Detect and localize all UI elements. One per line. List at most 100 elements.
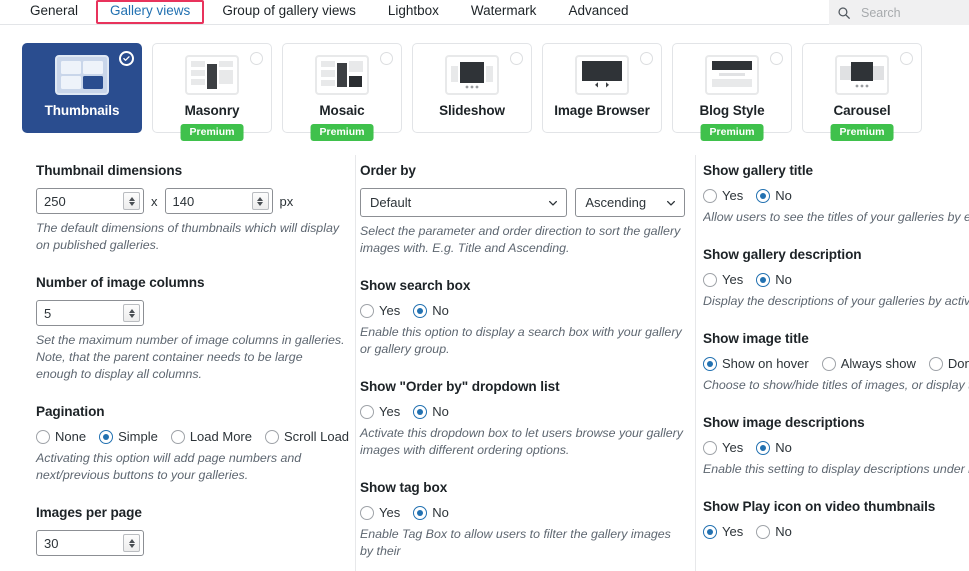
field-label: Order by xyxy=(360,163,416,178)
option-label: Yes xyxy=(722,440,744,455)
show-order-dropdown-yes[interactable]: Yes xyxy=(360,404,400,419)
radio-icon-selected[interactable] xyxy=(756,188,771,203)
chevron-down-icon xyxy=(667,200,675,206)
radio-icon-selected[interactable] xyxy=(413,303,428,318)
search-input[interactable] xyxy=(859,4,961,21)
show-gallery-title-yes[interactable]: Yes xyxy=(703,188,743,203)
option-label: No xyxy=(775,188,792,203)
images-per-page-stepper[interactable] xyxy=(36,530,144,556)
radio-icon[interactable] xyxy=(36,429,50,444)
pagination-option-none[interactable]: None xyxy=(36,429,86,444)
dimension-separator: x xyxy=(151,193,158,209)
view-card-image-browser[interactable]: Image Browser xyxy=(542,43,662,133)
radio-icon[interactable] xyxy=(703,188,717,203)
unselected-radio-icon[interactable] xyxy=(770,52,783,65)
show-image-descriptions-yes[interactable]: Yes xyxy=(703,440,743,455)
search-box[interactable] xyxy=(829,0,969,25)
show-image-title-always-show[interactable]: Always show xyxy=(821,356,916,371)
order-by-parameter-select[interactable]: Default xyxy=(360,188,568,217)
radio-icon[interactable] xyxy=(703,272,717,287)
view-card-mosaic[interactable]: Mosaic Premium xyxy=(282,43,402,141)
radio-icon-selected[interactable] xyxy=(413,404,428,419)
radio-icon[interactable] xyxy=(821,356,836,371)
field-help-text: Enable this setting to display descripti… xyxy=(703,462,969,476)
show-search-box-yes[interactable]: Yes xyxy=(360,303,400,318)
field-help-text: Display the descriptions of your galleri… xyxy=(703,294,969,308)
radio-icon-selected[interactable] xyxy=(703,524,717,539)
show-image-descriptions-no[interactable]: No xyxy=(756,440,792,455)
field-label: Number of image columns xyxy=(36,275,205,290)
stepper-arrows-icon[interactable] xyxy=(123,304,140,322)
radio-icon[interactable] xyxy=(264,429,279,444)
tab-watermark[interactable]: Watermark xyxy=(455,1,553,24)
field-order-by: Order by Default Ascending Select the pa… xyxy=(360,163,685,257)
unselected-radio-icon[interactable] xyxy=(510,52,523,65)
unselected-radio-icon[interactable] xyxy=(250,52,263,65)
pagination-option-load-more[interactable]: Load More xyxy=(170,429,252,444)
thumbnails-grid-icon xyxy=(55,55,109,95)
radio-icon-selected[interactable] xyxy=(99,429,114,444)
view-card-label: Image Browser xyxy=(554,103,650,118)
radio-icon[interactable] xyxy=(360,505,374,520)
radio-icon[interactable] xyxy=(170,429,185,444)
show-search-box-no[interactable]: No xyxy=(413,303,449,318)
settings-column-left: Thumbnail dimensions x px The default di… xyxy=(0,163,355,571)
field-show-play-icon: Show Play icon on video thumbnails Yes N… xyxy=(703,499,969,539)
chevron-down-icon xyxy=(549,200,558,206)
show-tag-box-no[interactable]: No xyxy=(413,505,449,520)
image-columns-stepper[interactable] xyxy=(36,300,144,326)
option-label: Yes xyxy=(379,303,401,318)
show-play-icon-no[interactable]: No xyxy=(756,524,792,539)
view-card-label: Mosaic xyxy=(319,103,365,118)
radio-icon[interactable] xyxy=(756,524,771,539)
show-gallery-description-no[interactable]: No xyxy=(756,272,792,287)
show-image-title-dont-show[interactable]: Don't s xyxy=(928,356,969,371)
view-card-blog-style[interactable]: Blog Style Premium xyxy=(672,43,792,141)
radio-icon[interactable] xyxy=(703,440,717,455)
radio-icon-selected[interactable] xyxy=(413,505,428,520)
show-tag-box-yes[interactable]: Yes xyxy=(360,505,400,520)
tab-advanced[interactable]: Advanced xyxy=(552,1,644,24)
thumbnail-width-stepper[interactable] xyxy=(36,188,144,214)
show-gallery-title-no[interactable]: No xyxy=(756,188,792,203)
stepper-arrows-icon[interactable] xyxy=(123,534,140,552)
field-show-tag-box: Show tag box Yes No Enable Tag Box to al… xyxy=(360,480,685,560)
show-gallery-description-yes[interactable]: Yes xyxy=(703,272,743,287)
radio-icon[interactable] xyxy=(928,356,943,371)
field-show-image-title: Show image title Show on hover Always sh… xyxy=(703,331,969,394)
view-card-slideshow[interactable]: Slideshow xyxy=(412,43,532,133)
field-thumbnail-dimensions: Thumbnail dimensions x px The default di… xyxy=(36,163,347,254)
show-play-icon-yes[interactable]: Yes xyxy=(703,524,743,539)
stepper-arrows-icon[interactable] xyxy=(251,192,269,210)
tab-group-of-gallery-views[interactable]: Group of gallery views xyxy=(206,1,372,24)
field-pagination: Pagination None Simple Load More Scroll … xyxy=(36,404,349,484)
view-card-masonry[interactable]: Masonry Premium xyxy=(152,43,272,141)
option-label: Yes xyxy=(722,272,744,287)
field-help-text: Choose to show/hide titles of images, or… xyxy=(703,378,969,392)
thumbnail-height-stepper[interactable] xyxy=(164,188,273,214)
radio-icon[interactable] xyxy=(360,303,374,318)
option-label: Load More xyxy=(189,429,252,444)
radio-icon[interactable] xyxy=(360,404,374,419)
tab-general[interactable]: General xyxy=(14,1,94,24)
unselected-radio-icon[interactable] xyxy=(900,52,913,65)
unselected-radio-icon[interactable] xyxy=(380,52,393,65)
checked-icon[interactable] xyxy=(119,51,134,66)
view-card-carousel[interactable]: Carousel Premium xyxy=(802,43,922,141)
show-image-title-show-on-hover[interactable]: Show on hover xyxy=(703,356,809,371)
stepper-arrows-icon[interactable] xyxy=(123,192,140,210)
radio-icon-selected[interactable] xyxy=(703,356,717,371)
show-order-dropdown-no[interactable]: No xyxy=(413,404,449,419)
tab-gallery-views[interactable]: Gallery views xyxy=(96,0,205,24)
radio-icon-selected[interactable] xyxy=(756,272,771,287)
mosaic-layout-icon xyxy=(315,55,369,95)
tab-lightbox[interactable]: Lightbox xyxy=(372,1,455,24)
unselected-radio-icon[interactable] xyxy=(640,52,653,65)
radio-icon-selected[interactable] xyxy=(756,440,771,455)
pagination-option-scroll-load[interactable]: Scroll Load xyxy=(264,429,349,444)
order-direction-select[interactable]: Ascending xyxy=(575,188,685,217)
field-show-image-descriptions: Show image descriptions Yes No Enable th… xyxy=(703,415,969,478)
pagination-option-simple[interactable]: Simple xyxy=(99,429,158,444)
field-help-text: Enable this option to display a search b… xyxy=(360,325,682,356)
view-card-thumbnails[interactable]: Thumbnails xyxy=(22,43,142,133)
